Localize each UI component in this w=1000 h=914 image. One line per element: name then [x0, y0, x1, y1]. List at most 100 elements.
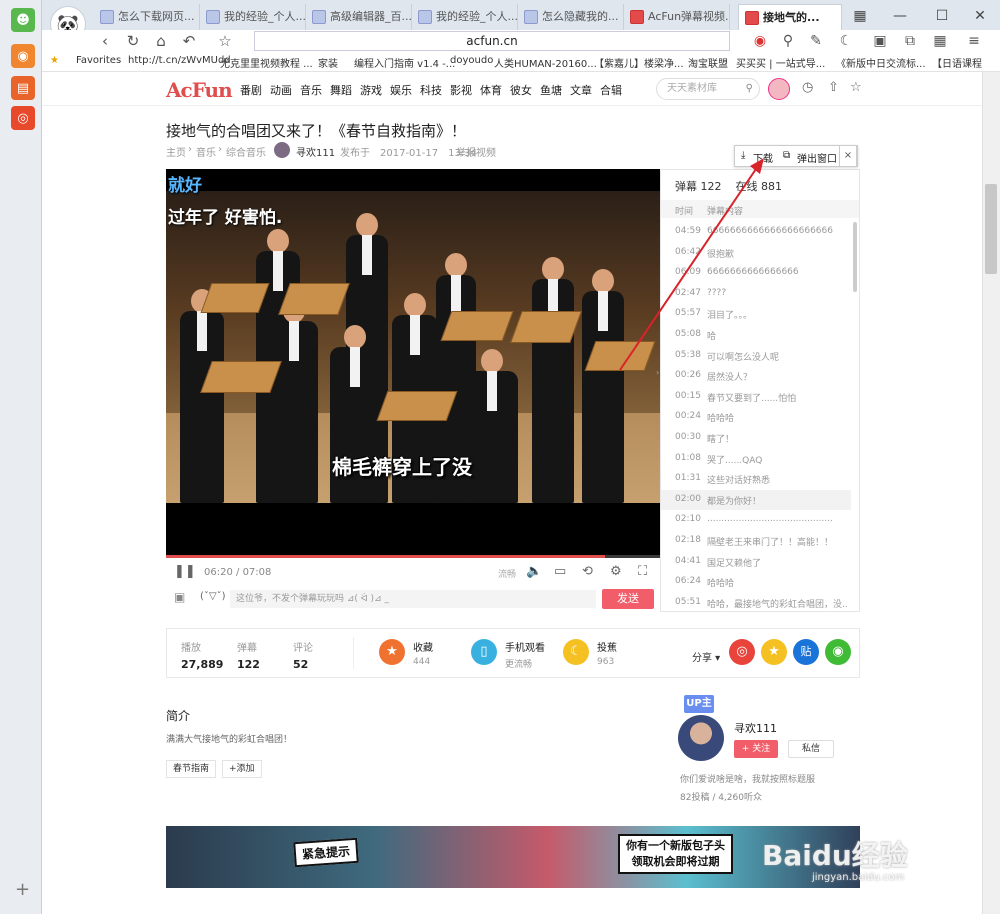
download-button[interactable]: 下载	[753, 150, 773, 165]
nav-item[interactable]: 番剧	[240, 82, 262, 98]
danmaku-row[interactable]: 00:30 瞎了！	[661, 428, 851, 449]
nav-item[interactable]: 娱乐	[390, 82, 412, 98]
favorite-item[interactable]: 买买买 | 一站式导...	[736, 55, 825, 70]
qzone-share-icon[interactable]: ★	[761, 639, 787, 665]
video-player[interactable]: 就好 过年了 好害怕. 棉毛裤穿上了没	[166, 169, 660, 558]
favorite-item[interactable]: 编程入门指南 v1.4 -...	[354, 55, 455, 70]
close-button[interactable]: ✕	[962, 4, 998, 28]
wechat-share-icon[interactable]: ◉	[825, 639, 851, 665]
up-name[interactable]: 寻欢111	[734, 720, 777, 736]
address-bar[interactable]: acfun.cn	[254, 31, 730, 51]
danmaku-toggle-icon[interactable]: ▭	[554, 564, 566, 579]
star-icon[interactable]: ☆	[212, 30, 238, 52]
nav-item[interactable]: 体育	[480, 82, 502, 98]
collapse-arrow-icon[interactable]: ›	[656, 368, 659, 377]
news-icon[interactable]: ▤	[11, 76, 35, 100]
danmaku-row[interactable]: 01:08 哭了......QAQ	[661, 449, 851, 470]
favorite-item[interactable]: 人类HUMAN-20160...	[494, 55, 597, 70]
promo-banner[interactable]: 紧急提示 你有一个新版包子头 领取机会即将过期	[166, 826, 860, 888]
tieba-share-icon[interactable]: 贴	[793, 639, 819, 665]
nav-item[interactable]: 音乐	[300, 82, 322, 98]
danmaku-scrollbar[interactable]	[853, 222, 857, 292]
favorite-item[interactable]: 【紫嘉儿】楼梁净...	[594, 55, 684, 70]
favorite-item[interactable]: 家装	[318, 55, 338, 70]
extension-icon[interactable]: ◉	[748, 30, 772, 52]
tools-icon[interactable]: ✎	[804, 30, 828, 52]
danmaku-row[interactable]: 05:08 哈	[661, 325, 851, 346]
favorite-item[interactable]: 【日语课程	[932, 55, 982, 70]
nav-item[interactable]: 舞蹈	[330, 82, 352, 98]
danmaku-row[interactable]: 04:41 国足又赖他了	[661, 552, 851, 573]
nav-item[interactable]: 动画	[270, 82, 292, 98]
fullscreen-icon[interactable]: ⛶	[638, 564, 647, 579]
nav-item[interactable]: 鱼塘	[540, 82, 562, 98]
tab[interactable]: AcFun弹幕视频...	[624, 4, 730, 30]
danmaku-row[interactable]: 05:57 泪目了。。。	[661, 304, 851, 325]
user-avatar[interactable]	[768, 78, 790, 100]
favorite-item[interactable]: Favorites	[76, 55, 121, 66]
weibo-icon[interactable]: ◎	[11, 106, 35, 130]
acfun-logo[interactable]: AcFun	[166, 78, 233, 102]
danmaku-row[interactable]: 02:47????	[661, 284, 851, 305]
danmaku-row[interactable]: 04:59 6666666666666666666666	[661, 222, 851, 243]
follow-button[interactable]: + 关注	[734, 740, 778, 758]
danmaku-row[interactable]: 02:18 隔壁老王来串门了！！高能！！	[661, 531, 851, 552]
danmaku-row[interactable]: 05:38 可以啊怎么没人呢	[661, 346, 851, 367]
home-icon[interactable]: ⌂	[148, 30, 174, 52]
history-icon[interactable]: ◷	[802, 80, 813, 95]
popout-button[interactable]: 弹出窗口	[797, 150, 837, 165]
tab[interactable]: 我的经验_个人...	[200, 4, 306, 30]
danmaku-row[interactable]: 00:15 春节又要到了......怕怕	[661, 387, 851, 408]
tab-active[interactable]: 接地气的...	[738, 4, 842, 30]
upload-icon[interactable]: ⇧	[828, 80, 839, 95]
tab[interactable]: 高级编辑器_百...	[306, 4, 412, 30]
danmaku-row[interactable]: 01:31 这些对话好熟悉	[661, 469, 851, 490]
favorite-action[interactable]: 收藏 444	[413, 639, 433, 667]
breadcrumb[interactable]: 综合音乐	[226, 144, 266, 159]
scroll-thumb[interactable]	[985, 184, 997, 274]
message-button[interactable]: 私信	[788, 740, 834, 758]
mobile-icon[interactable]: ▯	[471, 639, 497, 665]
col-content[interactable]: 弹幕内容	[707, 204, 743, 217]
menu-icon[interactable]: ≡	[962, 30, 986, 52]
night-mode-icon[interactable]: ☾	[834, 30, 858, 52]
breadcrumb[interactable]: 主页	[166, 144, 186, 159]
uploader-avatar[interactable]	[274, 142, 290, 158]
image-icon[interactable]: ▦	[928, 30, 952, 52]
danmaku-row[interactable]: 05:51 哈哈，最接地气的彩虹合唱团，没...	[661, 593, 851, 614]
pause-icon[interactable]: ❚❚	[174, 564, 196, 579]
mobile-action[interactable]: 手机观看 更流畅	[505, 639, 545, 670]
tab[interactable]: 怎么隐藏我的...	[518, 4, 624, 30]
download-icon[interactable]: ⤓	[741, 150, 745, 161]
tag[interactable]: 春节指南	[166, 760, 217, 778]
settings-icon[interactable]: ⚙	[610, 564, 622, 579]
loop-icon[interactable]: ⟲	[582, 564, 593, 579]
danmaku-input[interactable]: 这位爷，不发个弹幕玩玩吗 ⊿( ᐛ )⊿ _	[230, 590, 596, 608]
nav-item[interactable]: 文章	[570, 82, 592, 98]
banana-icon[interactable]: ☾	[563, 639, 589, 665]
danmaku-row[interactable]: 06:24 哈哈哈	[661, 572, 851, 593]
favorite-item[interactable]: doyoudo	[450, 55, 493, 66]
page-scrollbar[interactable]	[982, 72, 1000, 914]
favorite-item[interactable]: 《新版中日交流标...	[836, 55, 926, 70]
nav-item[interactable]: 游戏	[360, 82, 382, 98]
rss-icon[interactable]: ◉	[11, 44, 35, 68]
crop-icon[interactable]: ⧉	[898, 30, 922, 52]
send-button[interactable]: 发送	[602, 589, 654, 609]
minimize-button[interactable]: —	[882, 4, 918, 28]
back-icon[interactable]: ‹	[92, 30, 118, 52]
nav-item[interactable]: 合辑	[600, 82, 622, 98]
maximize-button[interactable]: ☐	[924, 4, 960, 28]
danmaku-row[interactable]: 00:26 居然没人？	[661, 366, 851, 387]
emoji-button[interactable]: (ˇ▽ˇ)	[200, 591, 226, 602]
popout-icon[interactable]: ⧉	[783, 150, 790, 161]
app-icon[interactable]: ☻	[11, 8, 35, 32]
add-tag-button[interactable]: +添加	[222, 760, 262, 778]
popup-close-button[interactable]: ×	[839, 145, 857, 167]
banana-action[interactable]: 投蕉 963	[597, 639, 617, 667]
favorite-item[interactable]: http://t.cn/zWvMUdd	[128, 55, 231, 66]
tab-menu-icon[interactable]: ▦	[842, 4, 878, 28]
breadcrumb[interactable]: 音乐	[196, 144, 216, 159]
tab[interactable]: 怎么下载网页...	[94, 4, 200, 30]
danmaku-row[interactable]: 06:42 很抱歉	[661, 243, 851, 264]
